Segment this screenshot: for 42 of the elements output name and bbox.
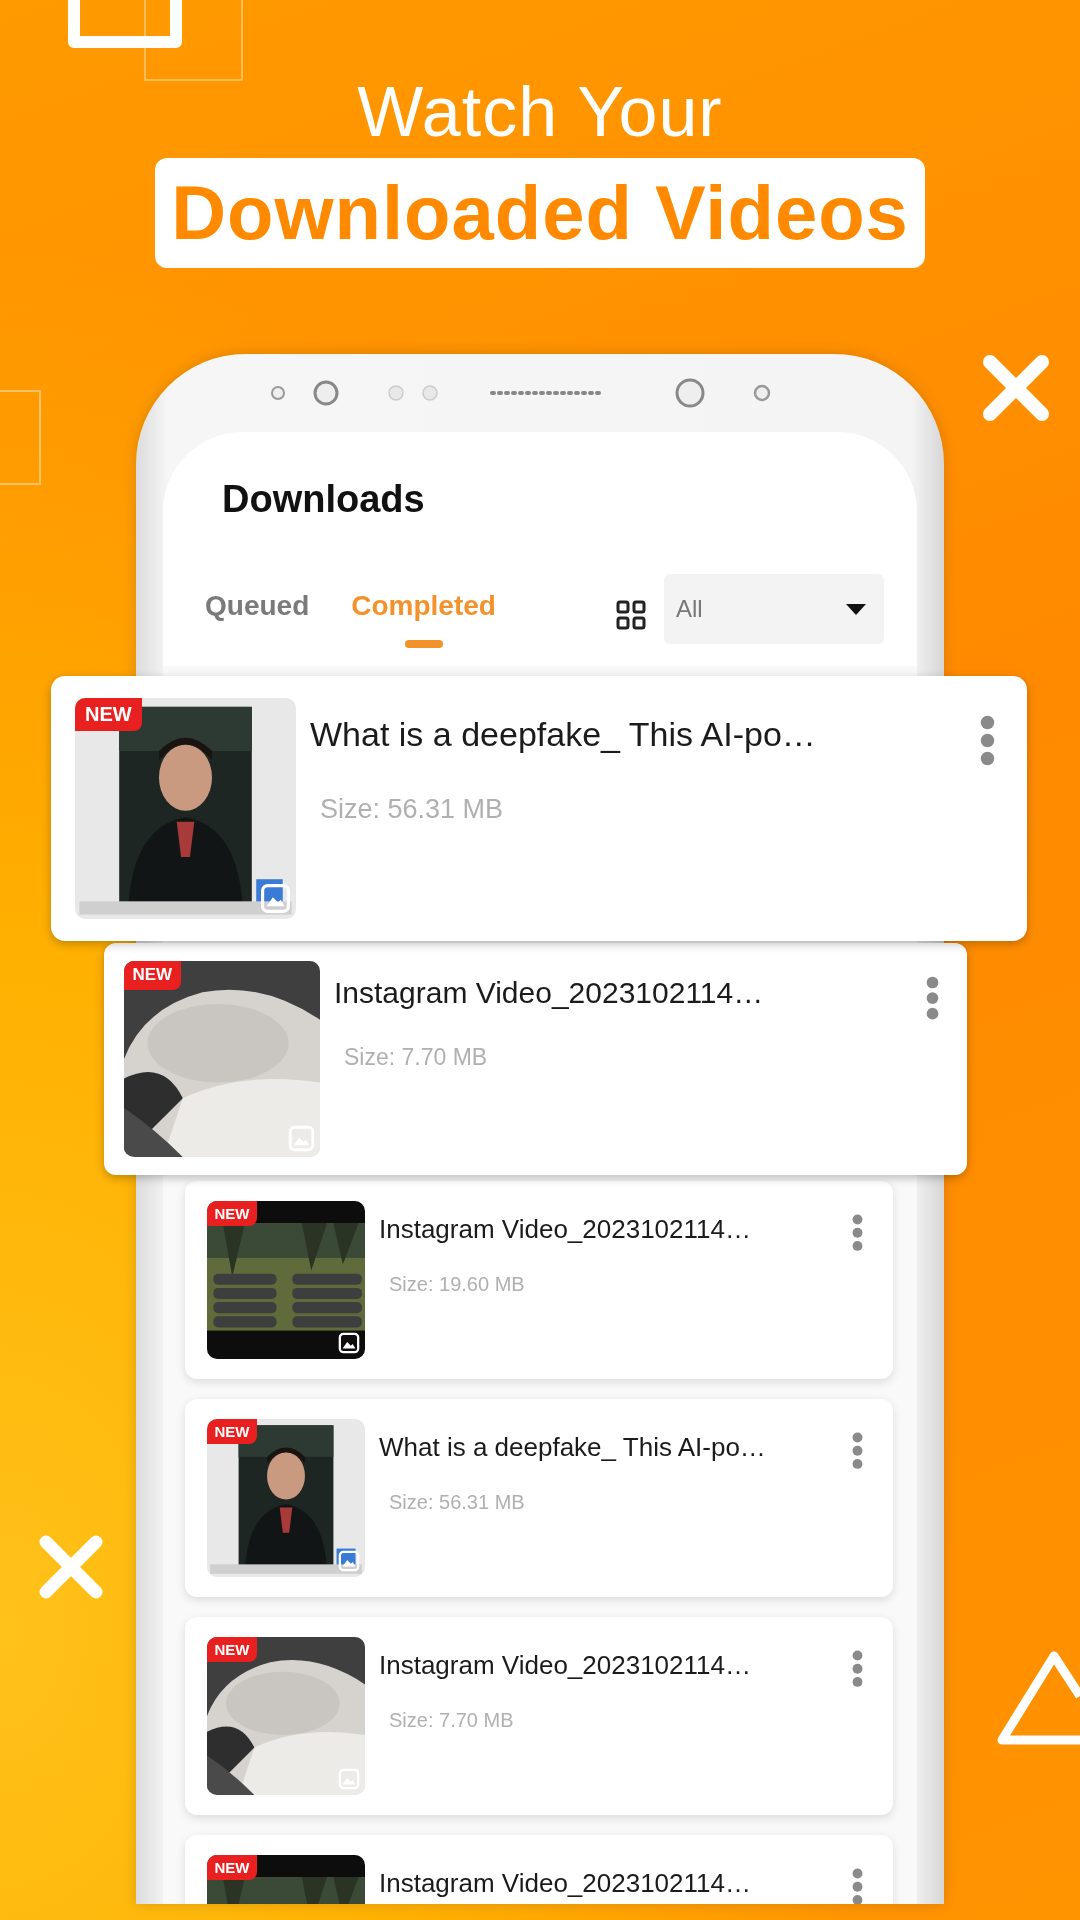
new-badge: NEW: [207, 1637, 257, 1662]
caret-icon: [845, 603, 866, 615]
file-size: Size: 7.70 MB: [389, 1709, 515, 1732]
headline: Watch Your: [357, 72, 723, 152]
new-badge: NEW: [207, 1201, 257, 1226]
more-options-icon[interactable]: [852, 1650, 863, 1688]
file-size: Size: 7.70 MB: [344, 1044, 489, 1071]
image-icon: [338, 1332, 360, 1354]
video-title: Instagram Video_2023102114…: [334, 976, 765, 1010]
file-size: Size: 56.31 MB: [320, 794, 505, 825]
image-icon: [338, 1550, 360, 1572]
dropdown-value: All: [675, 595, 703, 623]
file-size: Size: 19.60 MB: [389, 1273, 526, 1296]
video-title: Instagram Video_2023102114…: [379, 1650, 752, 1681]
video-title: What is a deepfake_ This AI-po…: [379, 1432, 767, 1463]
new-badge: NEW: [207, 1855, 257, 1880]
video-card[interactable]: NEW What is a deepfake_ This AI-po… Size: 56.31 MB: [51, 676, 1027, 941]
new-badge: NEW: [207, 1419, 257, 1444]
filter-dropdown[interactable]: All: [663, 574, 884, 644]
tab[interactable]: Queued: [205, 582, 310, 648]
grid-view-icon[interactable]: [615, 600, 646, 630]
video-card[interactable]: NEW What is a deepfake_ This AI-po… Size: 56.31 MB: [185, 1399, 893, 1597]
more-options-icon[interactable]: [980, 715, 995, 766]
video-card[interactable]: NEW Instagram Video_2023102114… Size: 7.70 MB: [104, 943, 967, 1175]
square-outline-icon: [0, 390, 42, 486]
new-badge: NEW: [124, 961, 181, 990]
more-options-icon[interactable]: [852, 1432, 863, 1470]
image-icon: [260, 883, 291, 914]
headline-highlight: Downloaded Videos: [155, 158, 925, 268]
screen-title: Downloads: [222, 477, 426, 522]
video-title: Instagram Video_2023102114…: [379, 1214, 752, 1245]
video-card[interactable]: NEW Instagram Video_2023102114…: [185, 1835, 893, 1904]
file-size: Size: 56.31 MB: [389, 1491, 526, 1514]
cross-icon: [980, 352, 1052, 424]
video-card[interactable]: NEW Instagram Video_2023102114… Size: 19.60 MB: [185, 1181, 893, 1379]
video-title: Instagram Video_2023102114…: [379, 1868, 752, 1899]
new-badge: NEW: [75, 698, 142, 731]
video-card[interactable]: NEW Instagram Video_2023102114… Size: 7.70 MB: [185, 1617, 893, 1815]
more-options-icon[interactable]: [852, 1868, 863, 1904]
more-options-icon[interactable]: [926, 976, 939, 1021]
more-options-icon[interactable]: [852, 1214, 863, 1252]
video-title: What is a deepfake_ This AI-po…: [310, 715, 817, 754]
